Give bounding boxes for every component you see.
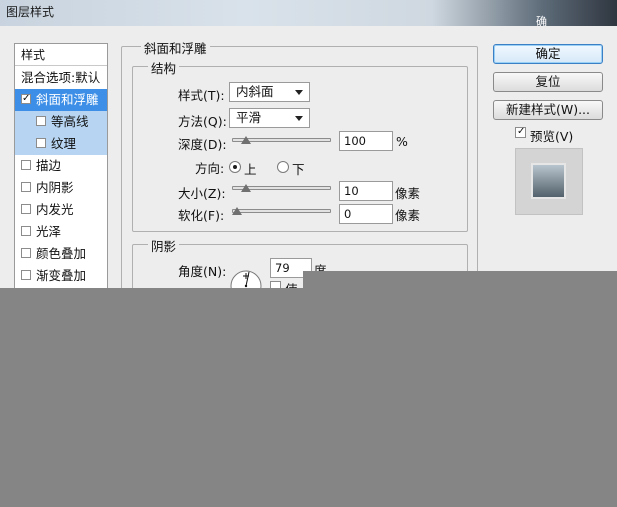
styles-list-item[interactable]: 光泽 [15,221,107,243]
style-checkbox[interactable] [21,182,31,192]
style-checkbox[interactable] [21,248,31,258]
shading-title: 阴影 [148,236,180,255]
style-item-label: 纹理 [51,136,77,151]
soften-slider-thumb[interactable] [232,207,242,215]
styles-list-item[interactable]: 内阴影 [15,177,107,199]
style-preview-swatch [515,148,583,215]
window-title: 图层样式 [6,5,55,19]
style-item-label: 描边 [36,158,62,173]
check-icon: ✓ [517,126,526,137]
styles-list-item[interactable]: 内发光 [15,199,107,221]
size-label: 大小(Z): [178,186,226,201]
depth-label: 深度(D): [178,137,227,152]
style-checkbox[interactable] [21,226,31,236]
reset-button[interactable]: 复位 [493,72,603,92]
technique-select[interactable]: 平滑 [229,108,310,128]
preview-thumbnail [533,165,564,197]
styles-list-item[interactable]: 混合选项:默认 [15,67,107,89]
ok-button[interactable]: 确定 [493,44,603,64]
styles-list-item[interactable]: 等高线 [15,111,107,133]
size-unit: 像素 [395,186,421,201]
depth-unit: % [396,134,408,149]
styles-list-item[interactable]: 描边 [15,155,107,177]
depth-slider-thumb[interactable] [240,136,251,144]
style-item-label: 内发光 [36,202,74,217]
angle-label: 角度(N): [178,264,227,279]
bevel-emboss-title: 斜面和浮雕 [141,38,210,57]
style-item-label: 颜色叠加 [36,246,87,261]
style-checkbox[interactable]: ✓ [21,94,31,104]
style-label: 样式(T): [178,88,225,103]
style-item-label: 内阴影 [36,180,74,195]
technique-label: 方法(Q): [178,114,227,129]
soften-unit: 像素 [395,208,421,223]
size-slider-thumb[interactable] [240,184,251,192]
style-item-label: 等高线 [51,114,89,129]
styles-list-item[interactable]: 颜色叠加 [15,243,107,265]
style-item-label: 斜面和浮雕 [36,92,99,107]
direction-up-label: 上 [244,162,257,177]
direction-down-radio[interactable] [277,161,289,173]
direction-label: 方向: [195,161,225,176]
preview-label: 预览(V) [530,129,574,144]
styles-header[interactable]: 样式 [15,44,107,66]
style-checkbox[interactable] [21,204,31,214]
direction-down-label: 下 [292,162,305,177]
soften-label: 软化(F): [178,208,225,223]
style-select[interactable]: 内斜面 [229,82,310,102]
preview-checkbox[interactable]: ✓ [515,127,526,138]
style-checkbox[interactable] [36,116,46,126]
background-window-fragment [508,0,617,26]
style-item-label: 混合选项:默认 [21,70,101,85]
style-checkbox[interactable] [21,270,31,280]
obscured-region-bottom [0,288,617,507]
style-checkbox[interactable] [36,138,46,148]
depth-input[interactable]: 100 [339,131,393,151]
style-checkbox[interactable] [21,160,31,170]
check-icon: ✓ [22,93,31,104]
styles-list-item[interactable]: ✓ 斜面和浮雕 [15,89,107,111]
style-item-label: 光泽 [36,224,62,239]
style-item-label: 渐变叠加 [36,268,87,283]
size-input[interactable]: 10 [339,181,393,201]
new-style-button[interactable]: 新建样式(W)... [493,100,603,120]
soften-input[interactable]: 0 [339,204,393,224]
style-value: 内斜面 [236,84,274,99]
structure-title: 结构 [148,58,180,77]
chevron-down-icon [295,116,303,121]
styles-list: 样式 混合选项:默认 ✓ 斜面和浮雕等高线纹理描边内阴影内发光光泽颜色叠加渐变叠加 [14,43,108,290]
technique-value: 平滑 [236,110,262,125]
soften-slider[interactable] [232,209,331,213]
styles-list-item[interactable]: 纹理 [15,133,107,155]
direction-up-radio[interactable] [229,161,241,173]
chevron-down-icon [295,90,303,95]
styles-list-item[interactable]: 渐变叠加 [15,265,107,287]
